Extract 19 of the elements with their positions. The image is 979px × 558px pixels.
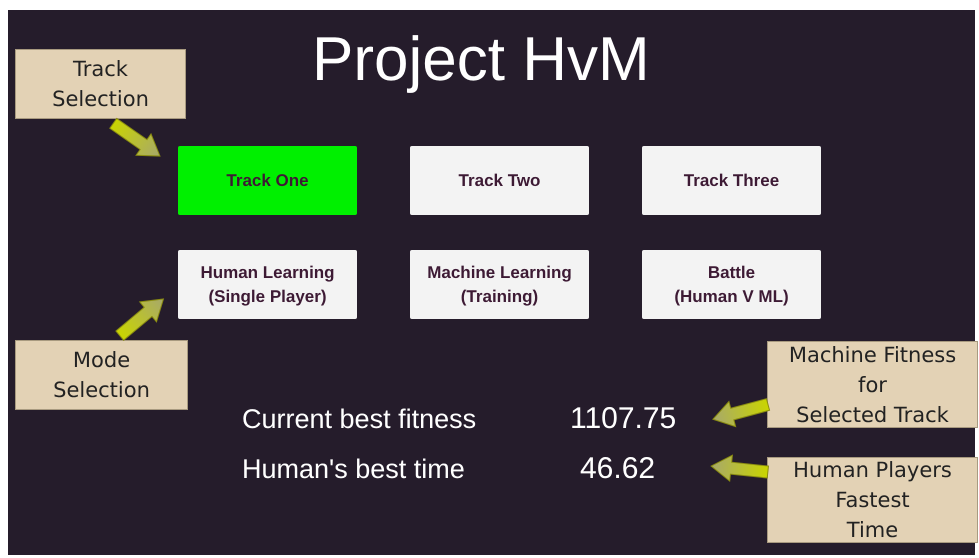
stat-value: 1107.75 <box>570 402 676 436</box>
arrow-icon <box>712 398 770 428</box>
stat-value: 46.62 <box>580 452 656 486</box>
mode-button[interactable]: Machine Learning (Training) <box>410 250 589 319</box>
mode-button[interactable]: Battle (Human V ML) <box>642 250 821 319</box>
callout-note: Machine Fitness for Selected Track <box>767 341 978 428</box>
track-button[interactable]: Track Three <box>642 146 821 215</box>
stat-label: Human's best time <box>242 453 465 486</box>
track-button[interactable]: Track Two <box>410 146 589 215</box>
callout-note: Track Selection <box>15 49 186 119</box>
stat-label: Current best fitness <box>242 403 476 436</box>
app-title: Project HvM <box>312 24 650 96</box>
arrow-icon <box>109 118 161 157</box>
arrow-icon <box>115 298 164 341</box>
callout-note: Mode Selection <box>15 340 188 410</box>
arrow-icon <box>710 454 770 482</box>
track-button[interactable]: Track One <box>178 146 357 215</box>
callout-note: Human Players Fastest Time <box>767 457 978 543</box>
mode-button[interactable]: Human Learning (Single Player) <box>178 250 357 319</box>
